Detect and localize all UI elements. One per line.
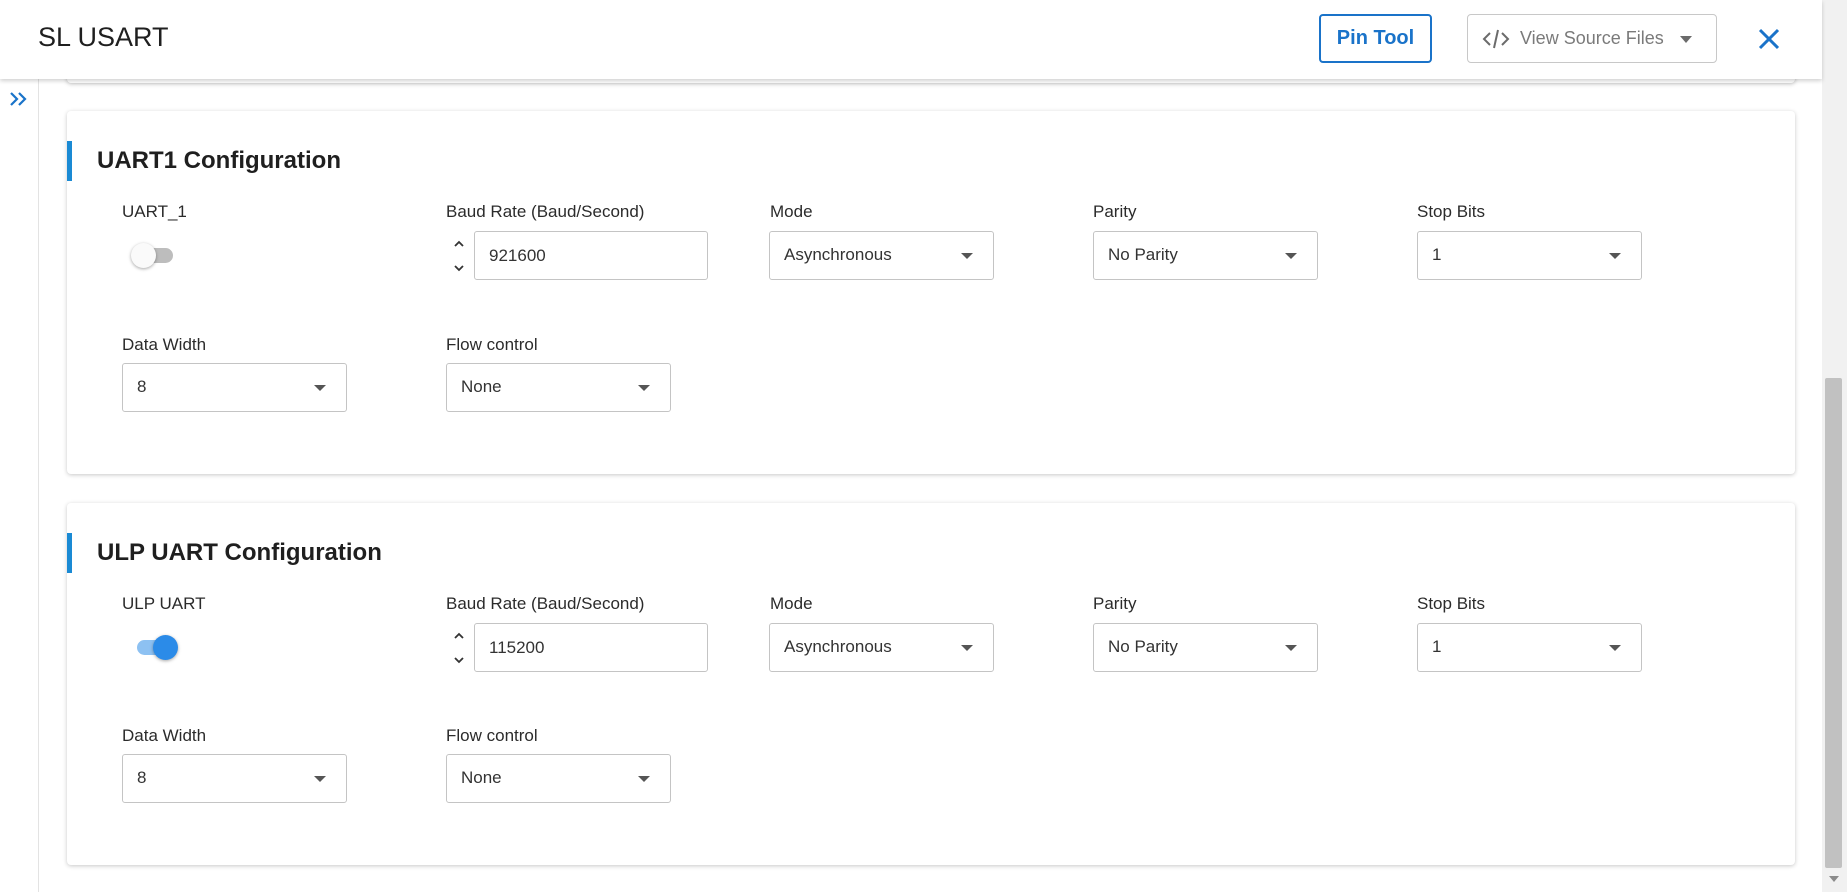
ulp-uart-baud-label: Baud Rate (Baud/Second) [446,594,645,613]
ulp-uart-flow-value: None [461,768,502,787]
view-source-files-dropdown[interactable]: View Source Files [1467,14,1717,63]
caret-down-icon [1609,253,1621,259]
ulp-uart-flow-select[interactable]: None [446,754,671,803]
uart1-flow-label: Flow control [446,335,538,354]
uart1-toggle-label: UART_1 [122,202,187,221]
ulp-uart-flow-label: Flow control [446,726,538,745]
uart1-config-title: UART1 Configuration [97,147,341,174]
view-source-files-label: View Source Files [1520,28,1664,48]
ulp-uart-parity-label: Parity [1093,594,1137,613]
uart1-data-width-value: 8 [137,377,147,396]
ulp-uart-stop-bits-label: Stop Bits [1417,594,1486,613]
uart1-flow-select[interactable]: None [446,363,671,412]
caret-down-icon [961,645,973,651]
page-title: SL USART [38,22,169,52]
uart1-config-card: UART1 Configuration UART_1 Baud Rate (Ba… [67,111,1795,474]
scroll-down-arrow-icon[interactable] [1829,876,1839,882]
ulp-uart-mode-select[interactable]: Asynchronous [769,623,994,672]
double-chevron-right-icon[interactable] [8,88,30,110]
uart1-enable-toggle[interactable] [131,240,177,270]
pin-tool-button[interactable]: Pin Tool [1319,14,1432,63]
ulp-uart-baud-stepper[interactable] [452,623,466,672]
uart1-mode-select[interactable]: Asynchronous [769,231,994,280]
dialog-header: SL USART Pin Tool View Source Files [0,0,1822,79]
chevron-up-icon[interactable] [452,237,466,251]
section-accent-bar [67,141,72,181]
caret-down-icon [961,253,973,259]
ulp-uart-stop-bits-value: 1 [1432,637,1442,656]
uart1-data-width-select[interactable]: 8 [122,363,347,412]
uart1-baud-label: Baud Rate (Baud/Second) [446,202,645,221]
uart1-mode-value: Asynchronous [784,245,892,264]
chevron-down-icon [1680,36,1692,43]
ulp-uart-enable-toggle[interactable] [133,632,179,662]
uart1-baud-stepper[interactable] [452,231,466,280]
side-rail [0,79,39,892]
ulp-uart-mode-value: Asynchronous [784,637,892,656]
ulp-uart-data-width-select[interactable]: 8 [122,754,347,803]
uart1-stop-bits-value: 1 [1432,245,1442,264]
caret-down-icon [1609,645,1621,651]
uart1-stop-bits-label: Stop Bits [1417,202,1486,221]
ulp-uart-data-width-value: 8 [137,768,147,787]
ulp-uart-config-card: ULP UART Configuration ULP UART Baud Rat… [67,503,1795,865]
section-accent-bar [67,533,72,573]
caret-down-icon [314,776,326,782]
ulp-uart-toggle-label: ULP UART [122,594,206,613]
uart1-stop-bits-select[interactable]: 1 [1417,231,1642,280]
caret-down-icon [638,385,650,391]
caret-down-icon [638,776,650,782]
ulp-uart-config-title: ULP UART Configuration [97,539,382,566]
code-icon [1482,28,1510,50]
ulp-uart-baud-input[interactable] [474,623,708,672]
uart1-parity-value: No Parity [1108,245,1178,264]
caret-down-icon [1285,253,1297,259]
uart1-baud-input[interactable] [474,231,708,280]
caret-down-icon [314,385,326,391]
close-icon[interactable] [1752,22,1786,56]
chevron-down-icon[interactable] [452,653,466,667]
uart1-flow-value: None [461,377,502,396]
uart1-parity-label: Parity [1093,202,1137,221]
ulp-uart-mode-label: Mode [770,594,813,613]
uart1-mode-label: Mode [770,202,813,221]
ulp-uart-data-width-label: Data Width [122,726,207,745]
uart1-data-width-label: Data Width [122,335,207,354]
caret-down-icon [1285,645,1297,651]
scrollbar-thumb[interactable] [1825,378,1842,868]
chevron-up-icon[interactable] [452,629,466,643]
chevron-down-icon[interactable] [452,261,466,275]
ulp-uart-parity-value: No Parity [1108,637,1178,656]
uart1-parity-select[interactable]: No Parity [1093,231,1318,280]
ulp-uart-parity-select[interactable]: No Parity [1093,623,1318,672]
ulp-uart-stop-bits-select[interactable]: 1 [1417,623,1642,672]
